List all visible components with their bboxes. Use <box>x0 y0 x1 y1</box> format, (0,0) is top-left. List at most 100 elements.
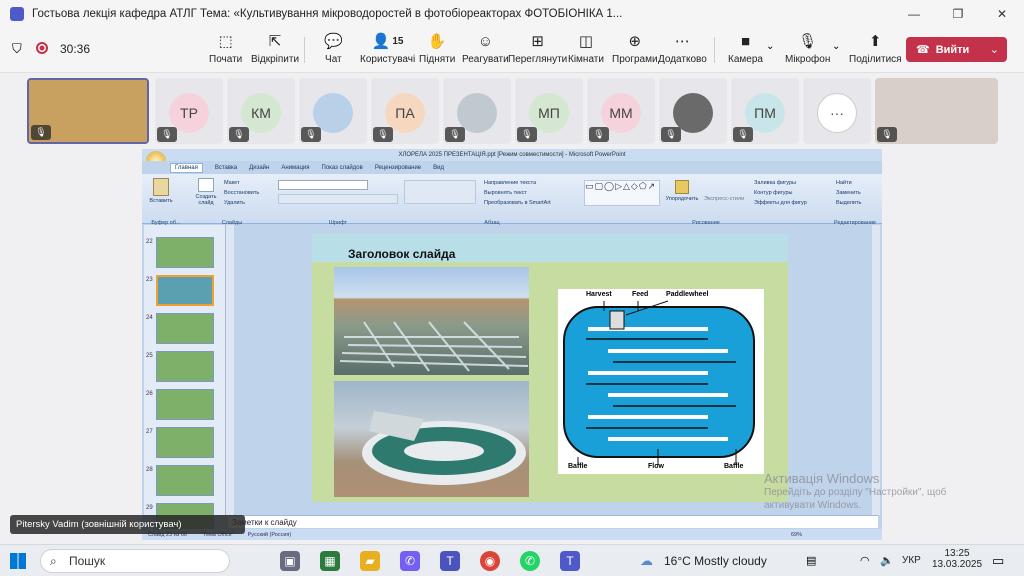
taskbar-search[interactable]: ⌕ Пошук <box>40 549 230 573</box>
whatsapp-icon[interactable]: ✆ <box>520 551 540 571</box>
shape-effects-button[interactable]: Эффекты для фигур <box>754 198 807 208</box>
slide-thumbnail[interactable] <box>156 389 214 420</box>
network-tray-icon[interactable]: ▤ <box>806 554 816 567</box>
hand-icon: ✋ <box>427 33 447 50</box>
participant-tile[interactable]: ТР 🎙 <box>155 78 223 144</box>
replace-button[interactable]: Заменить <box>836 188 861 198</box>
more-button[interactable]: ⋯ Додатково <box>658 31 707 65</box>
slide-canvas[interactable]: Заголовок слайда Harvest Feed Paddlewhee… <box>312 234 788 502</box>
shape-fill-button[interactable]: Заливка фигуры <box>754 178 807 188</box>
slide-number: 22 <box>146 239 153 245</box>
participant-tile[interactable]: ПМ 🎙 <box>731 78 799 144</box>
weather-text[interactable]: 16°C Mostly cloudy <box>664 554 767 568</box>
unpin-button[interactable]: ⇱ Відкріпити <box>251 31 299 65</box>
ppt-tab[interactable]: Главная <box>170 162 203 173</box>
close-window-button[interactable]: ✕ <box>980 0 1024 27</box>
smartart-button[interactable]: Преобразовать в SmartArt <box>484 198 551 208</box>
restore-button[interactable]: ❐ <box>936 0 980 27</box>
people-button[interactable]: 👤 15 Користувачі <box>360 31 415 65</box>
input-language[interactable]: УКР <box>902 555 921 566</box>
slide-notes-pane[interactable]: Заметки к слайду <box>228 515 878 528</box>
camera-button[interactable]: ■ Камера <box>728 31 763 66</box>
ribbon-group-paragraph: Абзац <box>484 220 500 226</box>
shape-outline-button[interactable]: Контур фигуры <box>754 188 807 198</box>
ribbon-group-font: Шрифт <box>328 220 348 226</box>
rooms-button[interactable]: ◫ Кімнати <box>568 31 604 65</box>
task-view-icon[interactable]: ▣ <box>280 551 300 571</box>
notifications-icon[interactable]: ▭ <box>992 553 1004 569</box>
ppt-tab[interactable]: Вставка <box>215 165 237 171</box>
paste-button[interactable]: Вставить <box>146 178 176 204</box>
quick-styles-button[interactable]: Экспресс-стили <box>704 196 744 202</box>
new-slide-icon <box>198 178 214 192</box>
leave-button[interactable]: ☎ Вийти ⌄ <box>906 37 1007 62</box>
raise-hand-button[interactable]: ✋ Підняти <box>419 31 455 65</box>
align-text-button[interactable]: Выровнять текст <box>484 188 551 198</box>
mic-muted-icon: 🎙 <box>31 125 51 140</box>
zoom-level[interactable]: 69% <box>791 532 802 538</box>
layout-button[interactable]: Макет <box>224 178 259 188</box>
file-explorer-icon[interactable]: ▰ <box>360 551 380 571</box>
participant-tile[interactable]: ММ 🎙 <box>587 78 655 144</box>
slide-thumbnail[interactable] <box>156 351 214 382</box>
camera-options-chevron-icon[interactable]: ⌄ <box>766 41 774 52</box>
mic-muted-icon: 🎙 <box>517 127 537 142</box>
participant-tile[interactable]: 🎙 <box>443 78 511 144</box>
font-format-buttons[interactable] <box>278 194 398 204</box>
participant-tile[interactable]: 🎙 <box>299 78 367 144</box>
ppt-titlebar: ХЛОРЕЛА 2025 ПРЕЗЕНТАЦІЯ.ppt [Режим совм… <box>142 149 882 161</box>
diagram-label-paddlewheel: Paddlewheel <box>666 291 709 298</box>
find-button[interactable]: Найти <box>836 178 861 188</box>
react-button[interactable]: ☺ Реагувати <box>462 31 509 66</box>
view-button[interactable]: ⊞ Переглянути <box>508 31 567 65</box>
ppt-tab[interactable]: Показ слайдов <box>322 165 363 171</box>
slide-thumbnail[interactable] <box>156 465 214 496</box>
slide-thumbnail[interactable] <box>156 237 214 268</box>
volume-icon[interactable]: 🔈 <box>880 554 894 567</box>
slide-thumbnail[interactable] <box>156 313 214 344</box>
windows-activation-watermark: Активація Windows Перейдіть до розділу "… <box>764 471 947 511</box>
diagram-label-baffle-right: Baffle <box>724 463 744 470</box>
teams-meeting-taskbar-icon[interactable]: T <box>560 551 580 571</box>
mic-muted-icon: 🎙 <box>661 127 681 142</box>
new-slide-button[interactable]: Создать слайд <box>192 178 220 206</box>
slide-thumbnails-pane: 22 23 24 25 26 27 28 29 <box>144 225 226 534</box>
arrange-button[interactable]: Упорядочить <box>662 180 702 202</box>
mic-options-chevron-icon[interactable]: ⌄ <box>832 41 840 52</box>
ppt-tab[interactable]: Рецензирование <box>375 165 421 171</box>
ppt-tab[interactable]: Вид <box>433 165 444 171</box>
participant-tile[interactable]: КМ 🎙 <box>227 78 295 144</box>
chrome-icon[interactable]: ◉ <box>480 551 500 571</box>
clock[interactable]: 13:25 13.03.2025 <box>932 548 982 570</box>
participant-tile[interactable]: 🎙 <box>875 78 998 144</box>
paragraph-buttons[interactable] <box>404 180 476 204</box>
viber-icon[interactable]: ✆ <box>400 551 420 571</box>
windows-start-icon[interactable] <box>10 553 26 569</box>
reset-button[interactable]: Восстановить <box>224 188 259 198</box>
participant-tile[interactable]: ··· <box>803 78 871 144</box>
delete-slide-button[interactable]: Удалить <box>224 198 259 208</box>
font-name-select[interactable] <box>278 180 368 190</box>
minimize-button[interactable]: — <box>892 0 936 27</box>
text-direction-button[interactable]: Направление текста <box>484 178 551 188</box>
apps-button[interactable]: ⊕ Програми <box>612 31 658 65</box>
raceway-ponds-photo <box>334 267 529 375</box>
participant-tile[interactable]: ПА 🎙 <box>371 78 439 144</box>
wifi-icon[interactable]: ◠ <box>860 554 870 567</box>
ppt-tab[interactable]: Анимация <box>281 165 309 171</box>
shapes-gallery[interactable]: ▭▢◯▷△◇⬠↗ <box>584 180 660 206</box>
chat-button[interactable]: 💬 Чат <box>324 31 343 65</box>
slide-thumbnail[interactable] <box>156 275 214 306</box>
participant-tile[interactable]: МП 🎙 <box>515 78 583 144</box>
slide-thumbnail[interactable] <box>156 427 214 458</box>
active-speaker-tile[interactable]: 🎙 <box>27 78 149 144</box>
teams-taskbar-icon[interactable]: T <box>440 551 460 571</box>
thumbnails-scrollbar[interactable] <box>226 225 234 515</box>
participant-tile[interactable]: 🎙 <box>659 78 727 144</box>
calculator-icon[interactable]: ▦ <box>320 551 340 571</box>
start-button[interactable]: ⬚ Почати <box>209 31 242 65</box>
microphone-button[interactable]: 🎙 Мікрофон <box>785 31 830 65</box>
select-button[interactable]: Выделить <box>836 198 861 208</box>
share-button[interactable]: ⬆ Поділитися <box>849 31 902 65</box>
ppt-tab[interactable]: Дизайн <box>249 165 269 171</box>
